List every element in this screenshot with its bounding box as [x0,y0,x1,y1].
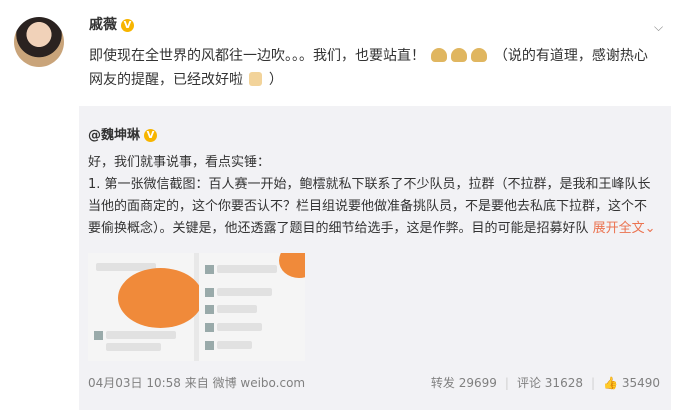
chat-screenshot-2[interactable] [199,253,305,361]
chat-bubble [217,323,262,331]
comment-count[interactable]: 31628 [545,376,583,390]
comment-label[interactable]: 评论 [517,376,541,390]
chat-bubble [217,305,257,313]
post-source[interactable]: 来自 微博 weibo.com [185,376,305,390]
verified-badge-icon: V [144,129,158,142]
post-text-end: ） [268,72,283,88]
divider: | [504,376,509,390]
chat-avatar [205,341,214,350]
chat-screenshot-1[interactable] [88,253,203,361]
weibo-post-card: 戚薇 V ⌵ 即使现在全世界的风都往一边吹。。。我们，也要站直！ （说的有道理，感… [0,0,684,419]
quoted-author[interactable]: @魏坤琳 V [88,124,158,143]
like-count[interactable]: 35490 [622,376,660,390]
pray-emoji-icon [431,48,448,62]
repost-label[interactable]: 转发 [431,376,455,390]
divider: | [590,376,596,390]
post-text-main: 即使现在全世界的风都往一边吹。。。我们，也要站直！ [89,48,425,64]
chat-avatar [205,305,214,314]
like-icon[interactable]: 👍 [603,376,618,390]
expand-full-text-link[interactable]: 展开全文⌄ [593,221,656,236]
post-date[interactable]: 04月03日 10:58 [88,376,181,390]
repost-button[interactable]: 转发 29699 [431,376,497,390]
victory-hand-emoji-icon [249,72,263,86]
chat-bubble [217,288,272,296]
chat-bubble [217,265,277,273]
chevron-down-icon[interactable]: ⌵ [654,20,666,34]
comment-button[interactable]: 评论 31628 [517,376,583,390]
repost-count[interactable]: 29699 [459,376,497,390]
expand-label[interactable]: 展开全文 [593,221,645,236]
chat-bubble [106,331,176,339]
post-author[interactable]: 戚薇 V [89,14,134,34]
image-thumbnails [88,253,305,361]
quoted-intro: 好，我们就事说事，看点实锤： [88,155,271,170]
pray-emoji-icon [451,48,468,62]
chat-avatar [94,331,103,340]
like-button[interactable]: 👍 35490 [603,376,660,390]
verified-badge-icon: V [121,19,134,32]
quoted-body-text: 1. 第一张微信截图：百人赛一开始，鲍橒就私下联系了不少队员，拉群（不拉群，是我… [88,177,651,236]
chat-bubble [217,341,252,349]
quoted-author-name[interactable]: @魏坤琳 [88,128,140,143]
chat-avatar [205,323,214,332]
post-text: 即使现在全世界的风都往一边吹。。。我们，也要站直！ （说的有道理，感谢热心网友的… [89,44,659,92]
quoted-post: @魏坤琳 V 好，我们就事说事，看点实锤： 1. 第一张微信截图：百人赛一开始，鲍… [79,106,671,410]
author-name[interactable]: 戚薇 [89,17,117,33]
chat-bubble [106,343,161,351]
pray-emoji-icon [471,48,488,62]
redaction-blob [279,253,305,278]
quoted-body: 1. 第一张微信截图：百人赛一开始，鲍橒就私下联系了不少队员，拉群（不拉群，是我… [88,174,658,240]
avatar[interactable] [14,17,64,67]
chat-avatar [205,265,214,274]
chat-avatar [205,288,214,297]
post-actions: 转发 29699 | 评论 31628 | 👍 35490 [431,374,660,391]
redaction-blob [118,268,203,328]
post-meta: 04月03日 10:58 来自 微博 weibo.com [88,374,305,391]
